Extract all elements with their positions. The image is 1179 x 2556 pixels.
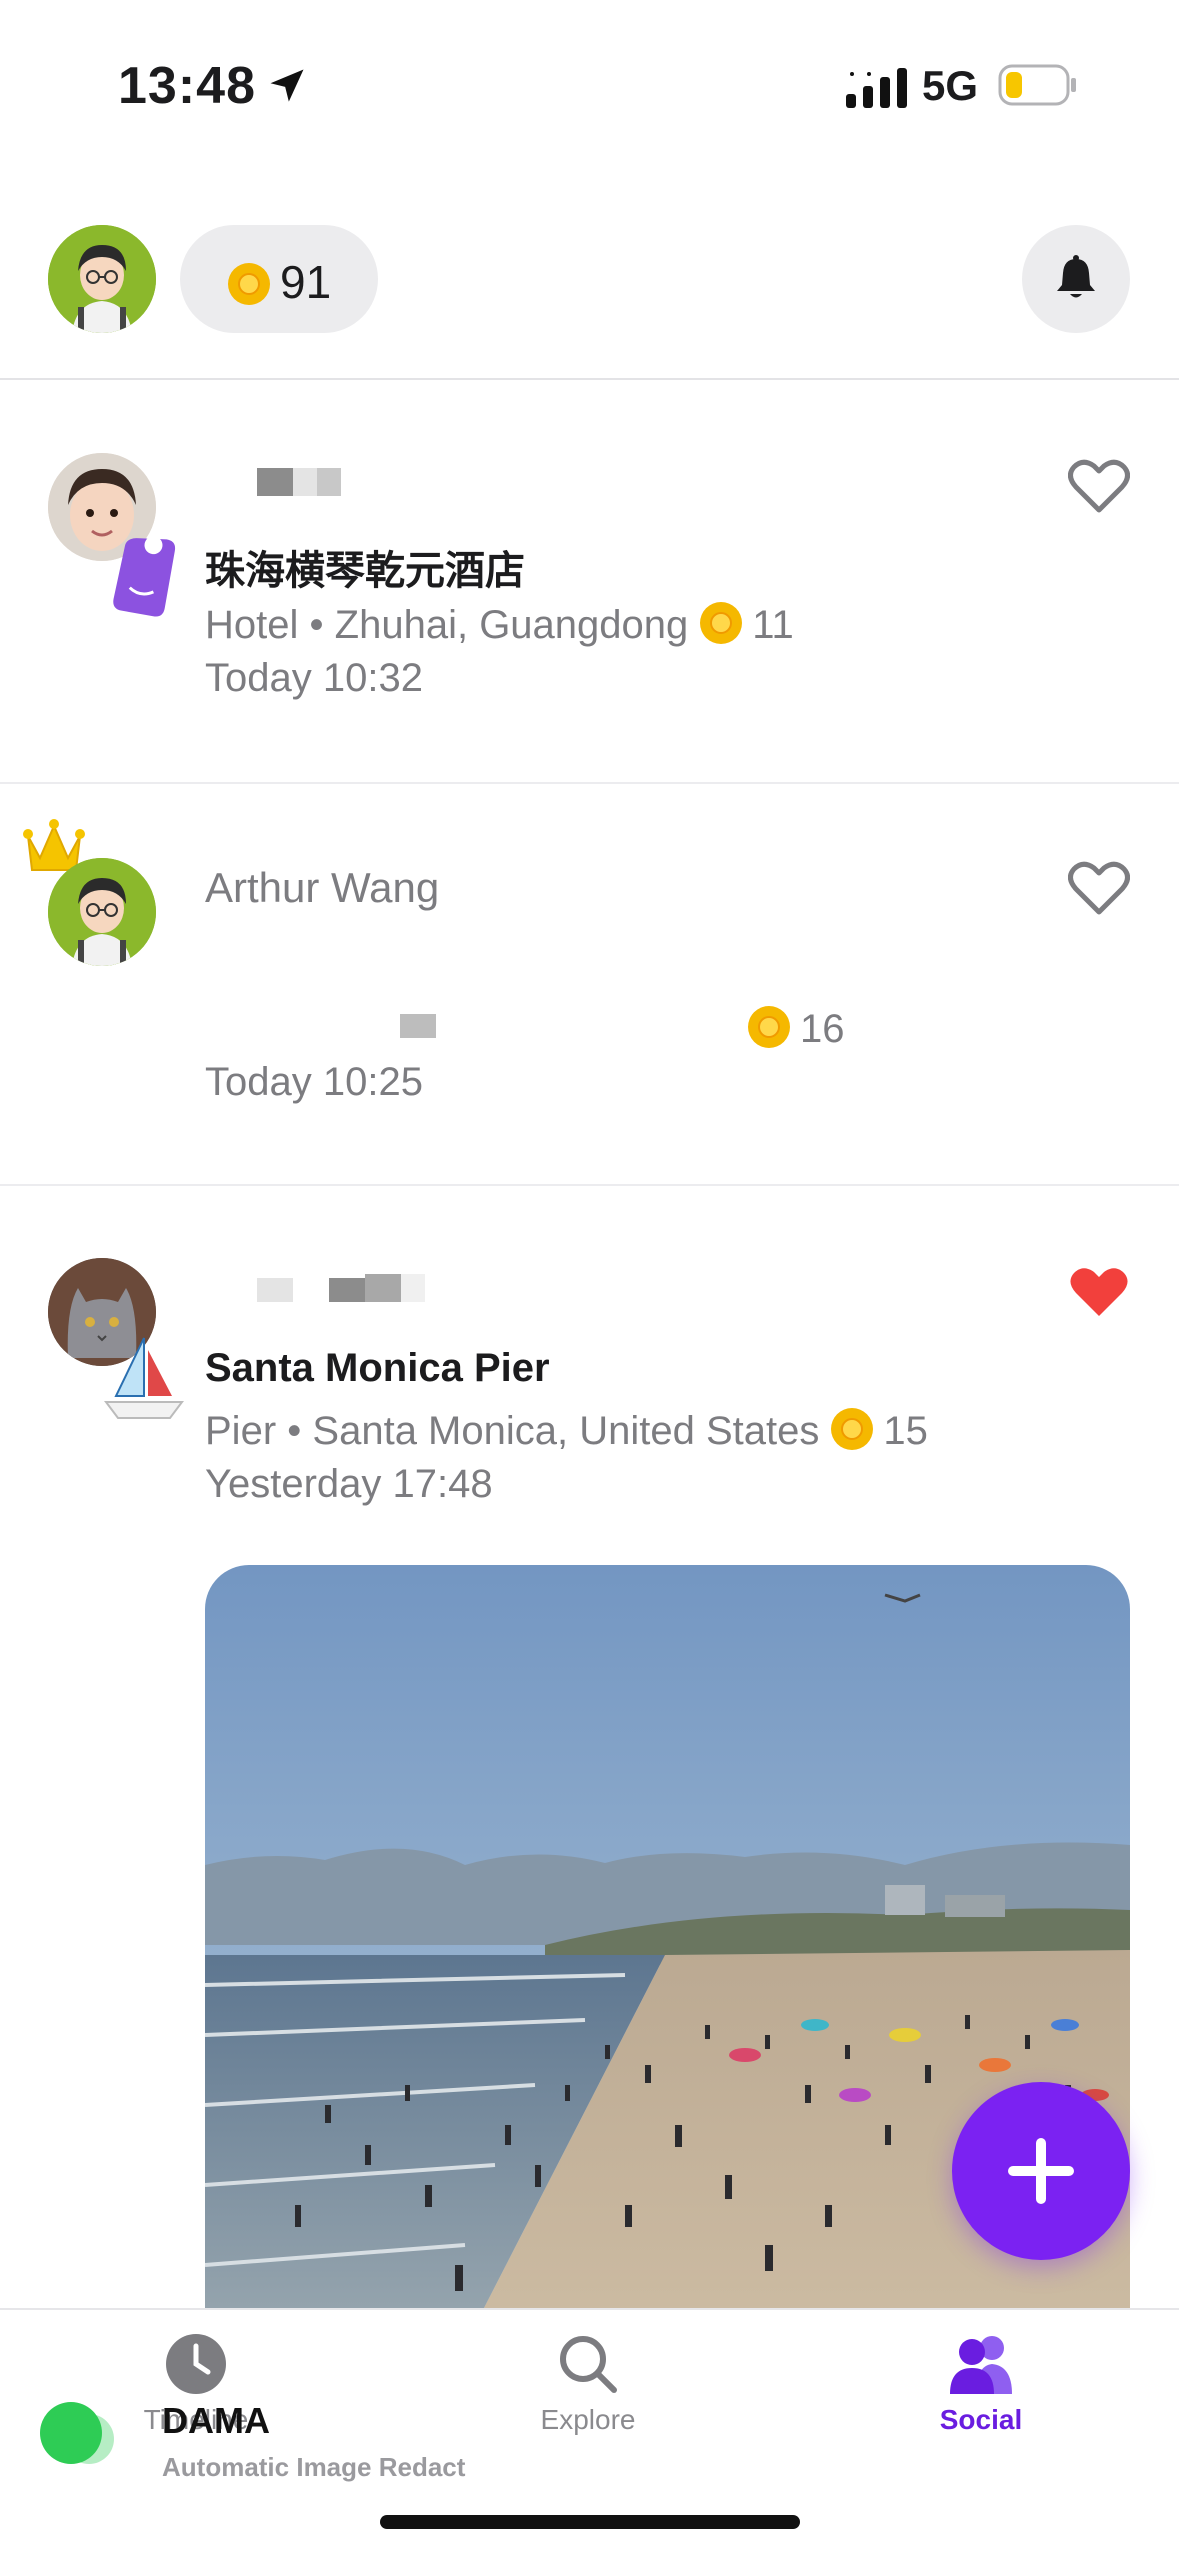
redacted-username — [205, 1274, 445, 1302]
tab-label: Social — [939, 2404, 1023, 2435]
bell-icon — [1057, 255, 1095, 298]
user-avatar[interactable] — [48, 858, 156, 966]
watermark-brand: DAMA — [162, 2400, 270, 2441]
place-category: Pier — [205, 1409, 277, 1453]
top-header: 91 — [0, 170, 1179, 380]
plus-icon — [1008, 2138, 1074, 2204]
sailboat-badge-icon — [104, 1337, 184, 1419]
people-icon — [950, 2336, 1012, 2394]
place-meta: Pier • Santa Monica, United States 15 — [205, 1408, 928, 1454]
points-value: 15 — [883, 1409, 928, 1453]
timestamp: Today 10:32 — [205, 656, 423, 700]
like-heart-icon[interactable] — [1068, 860, 1130, 916]
network-type: 5G — [922, 62, 979, 109]
feed-item[interactable]: Arthur Wang 16 Today 10:25 — [0, 784, 1179, 1186]
redacted-content — [400, 1014, 440, 1042]
tab-social[interactable]: Social — [861, 2332, 1101, 2452]
points-value: 11 — [752, 603, 794, 647]
place-title[interactable]: Santa Monica Pier — [205, 1346, 550, 1391]
user-name[interactable]: Arthur Wang — [205, 864, 439, 912]
timestamp: Today 10:25 — [205, 1060, 423, 1104]
cellular-signal-icon — [846, 68, 907, 108]
door-hanger-badge-icon — [113, 536, 176, 617]
feed-item[interactable]: 珠海横琴乾元酒店 Hotel • Zhuhai, Guangdong 11 Tod… — [0, 380, 1179, 784]
points-row: 16 — [736, 1006, 845, 1052]
redacted-username — [205, 468, 355, 496]
clock-icon — [166, 2334, 226, 2394]
like-heart-icon[interactable] — [1068, 458, 1130, 514]
meta-separator: • — [287, 1409, 302, 1453]
search-icon — [560, 2336, 617, 2393]
notifications-button[interactable] — [1022, 225, 1130, 333]
watermark-subtitle: Automatic Image Redact — [162, 2452, 466, 2482]
timestamp: Yesterday 17:48 — [205, 1462, 493, 1506]
status-time: 13:48 — [118, 57, 256, 115]
coin-icon — [228, 263, 270, 305]
watermark-logo — [40, 2402, 102, 2464]
watermark: DAMA Automatic Image Redact — [40, 2400, 560, 2532]
points-value: 16 — [800, 1007, 845, 1051]
place-meta: Hotel • Zhuhai, Guangdong 11 — [205, 602, 794, 648]
place-location: Zhuhai, Guangdong — [334, 603, 689, 647]
place-category: Hotel — [205, 603, 299, 647]
liked-heart-icon[interactable] — [1068, 1264, 1130, 1320]
status-bar: 13:48 5G — [0, 0, 1179, 170]
coin-icon — [700, 602, 743, 644]
home-indicator — [380, 2515, 800, 2529]
add-checkin-button[interactable] — [952, 2082, 1130, 2260]
coin-icon — [748, 1006, 790, 1048]
coin-balance-pill[interactable]: 91 — [180, 225, 378, 333]
my-avatar[interactable] — [48, 225, 156, 333]
coin-count: 91 — [280, 256, 332, 308]
location-arrow-icon — [270, 69, 304, 102]
battery-icon — [998, 64, 1076, 106]
meta-separator: • — [309, 603, 324, 647]
place-location: Santa Monica, United States — [312, 1409, 820, 1453]
place-title[interactable]: 珠海横琴乾元酒店 — [205, 538, 525, 596]
coin-icon — [831, 1408, 874, 1450]
